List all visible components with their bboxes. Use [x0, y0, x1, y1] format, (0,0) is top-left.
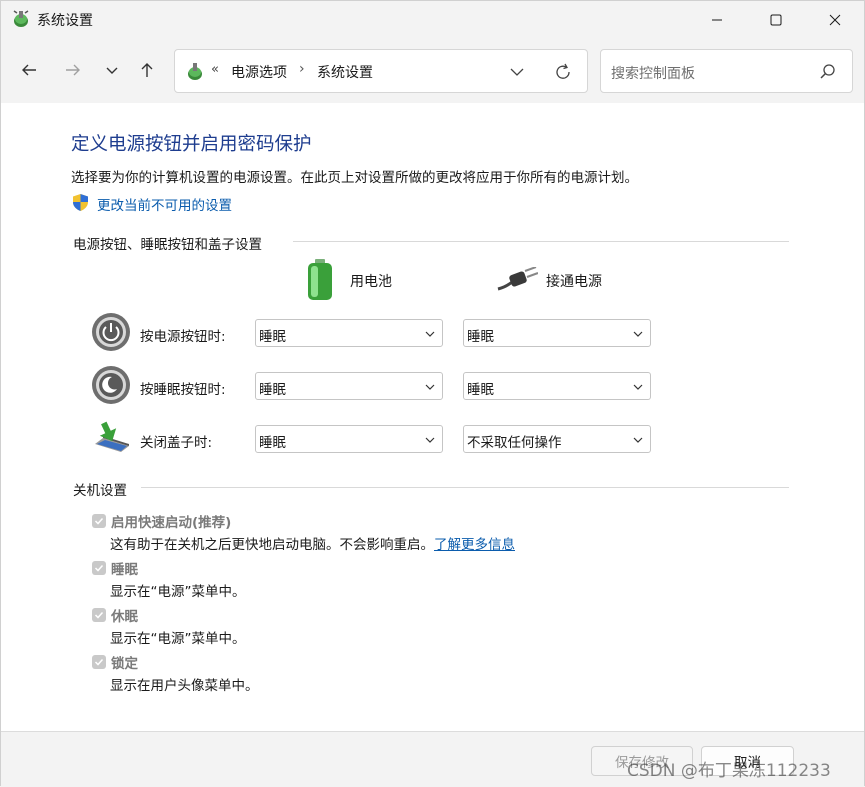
breadcrumb-power-options[interactable]: 电源选项 — [231, 62, 287, 82]
search-input[interactable]: 搜索控制面板 — [600, 49, 853, 93]
sleep-menu-description: 显示在“电源”菜单中。 — [110, 584, 246, 600]
search-icon[interactable] — [819, 63, 837, 81]
battery-column-label: 用电池 — [350, 274, 392, 290]
sleep-menu-checkbox[interactable] — [92, 561, 106, 575]
navigation-bar: « 电源选项 › 系统设置 搜索控制面板 — [1, 39, 864, 103]
sleep-button-battery-select[interactable]: 睡眠 — [255, 372, 443, 400]
maximize-button[interactable] — [753, 1, 799, 39]
chevron-down-icon — [106, 67, 118, 74]
selected-value: 睡眠 — [467, 329, 494, 345]
power-button-plugged-select[interactable]: 睡眠 — [463, 319, 651, 347]
selected-value: 睡眠 — [259, 329, 286, 345]
page-title: 定义电源按钮并启用密码保护 — [71, 134, 312, 155]
close-button[interactable] — [812, 1, 858, 39]
recent-locations-button[interactable] — [99, 57, 125, 83]
arrow-right-icon — [66, 64, 80, 76]
fast-startup-description: 这有助于在关机之后更快地启动电脑。不会影响重启。了解更多信息 — [110, 533, 515, 553]
checkmark-icon — [94, 611, 104, 619]
close-icon — [829, 14, 841, 26]
lid-close-plugged-select[interactable]: 不采取任何操作 — [463, 425, 651, 453]
csdn-watermark: CSDN @布丁果冻112233 — [627, 761, 831, 781]
arrow-up-icon — [141, 63, 153, 77]
lid-close-battery-select[interactable]: 睡眠 — [255, 425, 443, 453]
address-bar[interactable]: « 电源选项 › 系统设置 — [174, 49, 588, 93]
lock-menu-label: 锁定 — [111, 656, 138, 672]
minimize-icon — [712, 19, 722, 21]
power-button-icon — [92, 313, 130, 351]
chevron-down-icon[interactable] — [507, 62, 527, 82]
lock-menu-checkbox[interactable] — [92, 655, 106, 669]
checkmark-icon — [94, 517, 104, 525]
fast-startup-desc-text: 这有助于在关机之后更快地启动电脑。不会影响重启。 — [110, 537, 434, 553]
battery-icon — [308, 259, 332, 300]
breadcrumb-system-settings[interactable]: 系统设置 — [317, 62, 373, 82]
system-settings-window: 系统设置 « 电源选项 › 系统设置 搜索控制面板 定义电源按钮并启用密码保护 … — [0, 0, 865, 787]
change-unavailable-settings-link[interactable]: 更改当前不可用的设置 — [97, 194, 232, 214]
plugged-in-column-label: 接通电源 — [546, 274, 602, 290]
laptop-lid-icon — [95, 421, 129, 452]
lid-close-row-label: 关闭盖子时: — [140, 435, 213, 451]
sleep-button-row-label: 按睡眠按钮时: — [140, 382, 226, 398]
lock-menu-description: 显示在用户头像菜单中。 — [110, 678, 259, 694]
main-content: 定义电源按钮并启用密码保护 选择要为你的计算机设置的电源设置。在此页上对设置所做… — [1, 103, 864, 731]
chevron-down-icon — [425, 384, 435, 390]
selected-value: 睡眠 — [259, 435, 286, 451]
sleep-button-plugged-select[interactable]: 睡眠 — [463, 372, 651, 400]
power-button-battery-select[interactable]: 睡眠 — [255, 319, 443, 347]
chevron-down-icon — [425, 331, 435, 337]
minimize-button[interactable] — [694, 1, 740, 39]
search-placeholder: 搜索控制面板 — [611, 66, 695, 82]
chevron-down-icon — [633, 384, 643, 390]
chevron-down-icon — [633, 437, 643, 443]
sleep-button-icon — [92, 366, 130, 404]
learn-more-link[interactable]: 了解更多信息 — [434, 537, 515, 553]
fast-startup-label: 启用快速启动(推荐) — [111, 515, 232, 531]
power-options-icon — [188, 63, 202, 80]
shutdown-settings-group-title: 关机设置 — [73, 483, 127, 499]
selected-value: 不采取任何操作 — [467, 435, 562, 451]
checkmark-icon — [94, 564, 104, 572]
maximize-icon — [770, 14, 782, 26]
group-divider — [293, 241, 789, 242]
hibernate-menu-description: 显示在“电源”菜单中。 — [110, 631, 246, 647]
selected-value: 睡眠 — [467, 382, 494, 398]
window-title: 系统设置 — [37, 13, 93, 29]
power-button-row-label: 按电源按钮时: — [140, 329, 226, 345]
arrow-left-icon — [22, 64, 36, 76]
hibernate-menu-label: 休眠 — [111, 609, 138, 625]
power-options-app-icon — [13, 10, 29, 27]
breadcrumb-separator[interactable]: › — [299, 61, 305, 77]
sleep-menu-label: 睡眠 — [111, 562, 138, 578]
back-button[interactable] — [16, 57, 42, 83]
forward-button[interactable] — [60, 57, 86, 83]
chevron-down-icon — [425, 437, 435, 443]
uac-shield-icon — [73, 194, 88, 211]
refresh-icon[interactable] — [553, 62, 573, 82]
group-divider — [141, 487, 789, 488]
breadcrumb-overflow[interactable]: « — [211, 62, 219, 77]
page-description: 选择要为你的计算机设置的电源设置。在此页上对设置所做的更改将应用于你所有的电源计… — [71, 170, 638, 186]
fast-startup-checkbox[interactable] — [92, 514, 106, 528]
chevron-down-icon — [633, 331, 643, 337]
power-plug-icon — [497, 267, 538, 291]
checkmark-icon — [94, 658, 104, 666]
power-buttons-group-title: 电源按钮、睡眠按钮和盖子设置 — [73, 237, 262, 253]
up-button[interactable] — [134, 57, 160, 83]
hibernate-menu-checkbox[interactable] — [92, 608, 106, 622]
selected-value: 睡眠 — [259, 382, 286, 398]
title-bar: 系统设置 — [1, 1, 864, 39]
